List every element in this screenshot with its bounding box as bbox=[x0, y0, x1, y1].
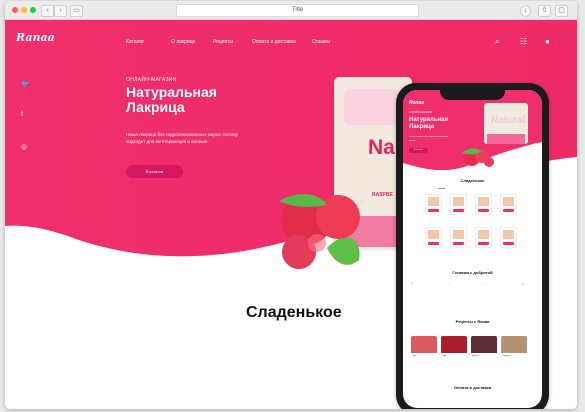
mobile-description: Наша лакрица без гидрогенизованных жиров bbox=[409, 136, 449, 142]
share-icon[interactable]: ⇧ bbox=[538, 5, 551, 17]
product-card[interactable] bbox=[500, 227, 517, 248]
website-page: Ranaa Каталог О лакрице Рецепты Оплата и… bbox=[5, 20, 577, 409]
mobile-section-sweets: Сладенькое bbox=[460, 178, 485, 183]
product-card[interactable] bbox=[475, 227, 492, 248]
recipe-caption: Десерт bbox=[472, 355, 479, 357]
user-icon[interactable]: ● bbox=[545, 37, 550, 46]
address-bar[interactable]: Title bbox=[176, 4, 419, 17]
hero-eyebrow: ОНЛАЙН-МАГАЗИН bbox=[126, 77, 177, 83]
recipe-caption: Сладость bbox=[502, 355, 511, 357]
mobile-catalog-button[interactable]: В каталог bbox=[409, 148, 428, 153]
mobile-section-delivery: Оплата и доставка bbox=[453, 385, 492, 390]
product-card[interactable] bbox=[500, 194, 517, 215]
mobile-logo[interactable]: Ranaa bbox=[409, 100, 424, 106]
download-icon[interactable]: ↓ bbox=[520, 5, 531, 17]
mobile-eyebrow: ОНЛАЙН-МАГАЗИН bbox=[409, 111, 433, 114]
recipe-card[interactable]: Десерт bbox=[471, 336, 497, 364]
mobile-screen: Ranaa ОНЛАЙН-МАГАЗИН Натуральная Лакрица… bbox=[403, 90, 542, 408]
mobile-product-bag: Natural bbox=[484, 103, 528, 144]
mobile-phone-mockup: Ranaa ОНЛАЙН-МАГАЗИН Натуральная Лакрица… bbox=[396, 83, 549, 409]
nav-catalog[interactable]: Каталог bbox=[126, 39, 144, 45]
nav-reviews[interactable]: Отзывы bbox=[312, 39, 330, 45]
zoom-window-button[interactable] bbox=[30, 7, 36, 13]
nav-recipes[interactable]: Рецепты bbox=[213, 39, 233, 45]
browser-toolbar: ‹ › ▭ Title ↓ ⇧ ▢ bbox=[5, 1, 577, 20]
benefit-icon-3: ✓ bbox=[485, 284, 487, 286]
twitter-icon[interactable]: 🐦 bbox=[21, 80, 30, 88]
recipe-card[interactable]: Сладость bbox=[501, 336, 527, 364]
mobile-section-recipes: Рецепты с Ranaa bbox=[455, 319, 490, 324]
hero-description: Наша лакрица без гидрогенизованных жиров… bbox=[126, 132, 238, 144]
search-icon[interactable]: ⌕ bbox=[495, 37, 499, 47]
product-card[interactable] bbox=[450, 227, 467, 248]
product-card[interactable] bbox=[425, 227, 442, 248]
page-title: Title bbox=[291, 7, 304, 13]
section-title-sweets: Сладенькое bbox=[246, 304, 342, 321]
benefit-icon-1: ☺ bbox=[411, 283, 414, 285]
phone-notch bbox=[440, 90, 505, 100]
recipe-card[interactable]: Соус bbox=[441, 336, 467, 364]
nav-about-licorice[interactable]: О лакрице bbox=[171, 39, 195, 45]
product-card[interactable] bbox=[475, 194, 492, 215]
mobile-title: Натуральная Лакрица bbox=[409, 117, 448, 130]
product-card[interactable] bbox=[450, 194, 467, 215]
mobile-category-tabs[interactable]: ■■■■■■ bbox=[438, 188, 445, 190]
recipe-caption: Соус bbox=[442, 355, 447, 357]
mobile-section-cook: Готовим с добротой bbox=[452, 270, 493, 275]
nav-payment-delivery[interactable]: Оплата и доставка bbox=[252, 39, 296, 45]
minimize-window-button[interactable] bbox=[21, 7, 27, 13]
recipe-card[interactable]: Торт bbox=[411, 336, 437, 364]
facebook-icon[interactable]: f bbox=[21, 111, 23, 118]
close-window-button[interactable] bbox=[12, 7, 18, 13]
benefit-icon-4: ★ bbox=[522, 284, 524, 286]
forward-icon[interactable]: › bbox=[54, 5, 67, 17]
browser-window: ‹ › ▭ Title ↓ ⇧ ▢ Ranaa Каталог О лакриц… bbox=[5, 1, 577, 409]
back-icon[interactable]: ‹ bbox=[41, 5, 54, 17]
instagram-icon[interactable]: ◎ bbox=[21, 143, 27, 151]
product-card[interactable] bbox=[425, 194, 442, 215]
site-logo[interactable]: Ranaa bbox=[16, 31, 55, 44]
hero-title: Натуральная Лакрица bbox=[126, 84, 217, 115]
tabs-icon[interactable]: ▢ bbox=[555, 5, 568, 17]
mobile-raspberries-image bbox=[462, 148, 494, 167]
recipe-caption: Торт bbox=[412, 355, 417, 357]
raspberries-image bbox=[279, 194, 360, 269]
catalog-button[interactable]: В каталог bbox=[126, 165, 183, 178]
cart-icon[interactable]: ☷ bbox=[520, 37, 527, 46]
sidebar-icon[interactable]: ▭ bbox=[70, 5, 83, 17]
benefit-icon-2: ♡ bbox=[448, 284, 450, 286]
